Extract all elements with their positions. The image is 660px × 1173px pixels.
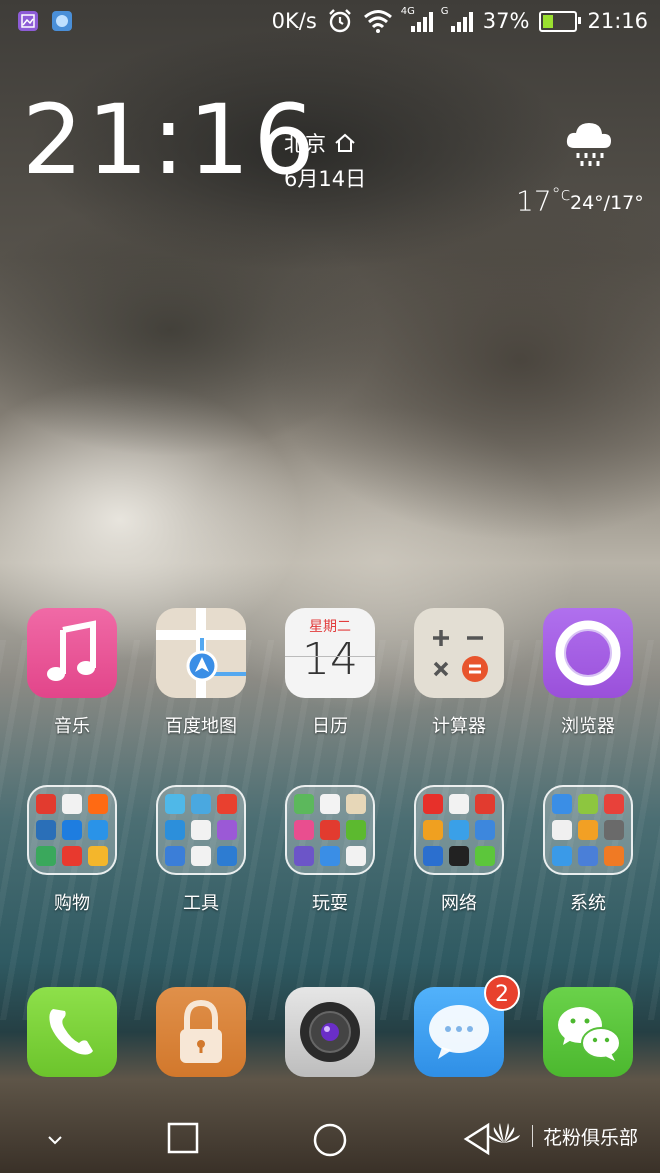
unread-badge: 2 xyxy=(484,975,520,1011)
huawei-logo-icon xyxy=(487,1123,520,1143)
calendar-icon: 星期二 14 xyxy=(285,608,375,698)
tools-folder-icon xyxy=(156,785,246,875)
lock-icon xyxy=(156,987,246,1077)
network-folder-icon xyxy=(414,785,504,875)
signal-4g-icon: 4G xyxy=(401,6,433,32)
app-baidu-map[interactable]: 百度地图 xyxy=(136,608,266,738)
play-folder-icon xyxy=(285,785,375,875)
music-icon xyxy=(27,608,117,698)
brand-text: 花粉俱乐部 xyxy=(542,1126,638,1149)
map-icon xyxy=(156,608,246,698)
dock-phone[interactable] xyxy=(7,987,137,1077)
temperature-unit: °c xyxy=(551,184,571,205)
status-bar: 0K/s 4G G 37% 21:16 xyxy=(0,0,660,46)
system-folder-icon xyxy=(543,785,633,875)
notification-icons xyxy=(18,11,72,31)
folder-label: 工具 xyxy=(183,893,219,914)
battery-icon xyxy=(539,10,582,32)
folder-label: 玩耍 xyxy=(312,893,348,914)
folder-play[interactable]: 玩耍 xyxy=(265,785,395,915)
folder-label: 系统 xyxy=(570,893,606,914)
dock-messages[interactable]: 2 xyxy=(394,975,524,1077)
dock-wechat[interactable] xyxy=(523,987,653,1077)
signal-g-icon: G xyxy=(441,6,473,32)
rain-cloud-icon[interactable] xyxy=(564,120,614,168)
app-label: 计算器 xyxy=(432,716,486,737)
browser-icon xyxy=(543,608,633,698)
app-label: 音乐 xyxy=(54,716,90,737)
calendar-fold-line xyxy=(285,656,375,657)
wechat-icon xyxy=(543,987,633,1077)
network-type-4g: 4G xyxy=(400,6,415,17)
app-music[interactable]: 音乐 xyxy=(7,608,137,738)
dock-camera[interactable] xyxy=(265,987,395,1077)
gallery-notification-icon[interactable] xyxy=(18,11,38,31)
folder-label: 网络 xyxy=(441,893,477,914)
calendar-day: 14 xyxy=(302,634,358,685)
watermark: 花粉俱乐部 xyxy=(486,1121,638,1151)
weather-range: 24°/17° xyxy=(570,192,644,214)
network-speed: 0K/s xyxy=(271,9,317,33)
app-label: 浏览器 xyxy=(561,716,615,737)
calendar-weekday: 星期二 xyxy=(309,619,351,635)
wifi-icon xyxy=(363,10,392,33)
app-label: 百度地图 xyxy=(165,716,237,737)
battery-fill xyxy=(543,14,554,28)
network-type-g: G xyxy=(440,6,449,17)
folder-system[interactable]: 系统 xyxy=(523,785,653,915)
app-calculator[interactable]: 计算器 xyxy=(394,608,524,738)
camera-icon xyxy=(285,987,375,1077)
calculator-icon xyxy=(414,608,504,698)
city-label: 北京 xyxy=(284,132,326,156)
dock-lock[interactable] xyxy=(136,987,266,1077)
watermark-divider xyxy=(531,1125,533,1147)
app-browser[interactable]: 浏览器 xyxy=(523,608,653,738)
recents-icon[interactable] xyxy=(167,1122,199,1154)
clock-widget-city[interactable]: 北京 xyxy=(284,128,356,158)
folder-tools[interactable]: 工具 xyxy=(136,785,266,915)
app-label: 日历 xyxy=(312,716,348,737)
phone-icon xyxy=(27,987,117,1077)
app-calendar[interactable]: 星期二 14 日历 xyxy=(265,608,395,738)
folder-network[interactable]: 网络 xyxy=(394,785,524,915)
home-location-icon xyxy=(335,133,355,152)
clock-widget-date: 6月14日 xyxy=(284,167,367,191)
folder-label: 购物 xyxy=(54,893,90,914)
clock-widget-time[interactable]: 21:16 xyxy=(22,92,319,188)
status-time: 21:16 xyxy=(587,9,648,33)
folder-shopping[interactable]: 购物 xyxy=(7,785,137,915)
app-notification-icon[interactable] xyxy=(52,11,72,31)
alarm-icon xyxy=(328,9,351,33)
battery-percent: 37% xyxy=(482,9,530,33)
home-icon[interactable] xyxy=(312,1122,348,1158)
shopping-folder-icon xyxy=(27,785,117,875)
weather-temperature: 17°c xyxy=(516,184,571,218)
chevron-down-icon[interactable] xyxy=(44,1132,66,1148)
